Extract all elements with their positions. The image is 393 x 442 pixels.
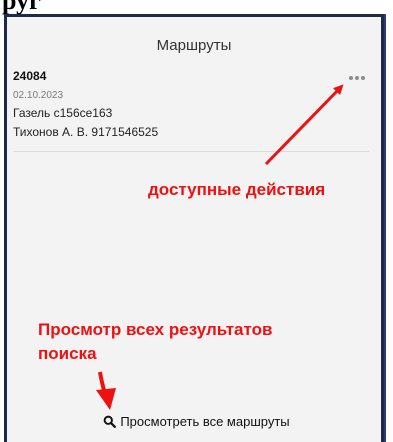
route-date: 02.10.2023 xyxy=(13,90,64,101)
routes-panel: Маршруты 24084 02.10.2023 Газель с156се1… xyxy=(4,14,384,442)
route-number: 24084 xyxy=(13,69,47,83)
more-actions-button[interactable] xyxy=(345,69,369,87)
annotation-search: Просмотр всех результатов поиска xyxy=(38,318,272,366)
annotation-search-line1: Просмотр всех результатов xyxy=(38,320,273,339)
panel-title: Маршруты xyxy=(156,37,232,54)
route-card[interactable]: 24084 02.10.2023 Газель с156се163 Тихоно… xyxy=(13,69,369,152)
more-horizontal-icon xyxy=(349,76,353,80)
view-all-routes-link[interactable]: Просмотреть все маршруты xyxy=(0,414,393,429)
view-all-label: Просмотреть все маршруты xyxy=(120,414,290,429)
annotation-actions: доступные действия xyxy=(148,180,326,199)
search-icon xyxy=(103,415,117,428)
more-horizontal-icon-dot xyxy=(355,76,359,80)
annotation-search-line2: поиска xyxy=(38,344,97,363)
route-driver: Тихонов А. В. 9171546525 xyxy=(13,125,159,139)
route-vehicle: Газель с156се163 xyxy=(13,106,113,120)
more-horizontal-icon-dot xyxy=(361,76,365,80)
page: руг Маршруты 24084 02.10.2023 Газель с15… xyxy=(0,0,393,442)
